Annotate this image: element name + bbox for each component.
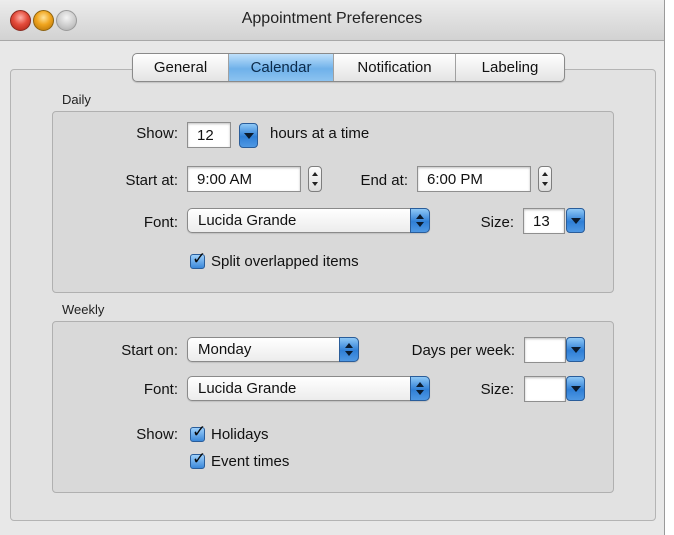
weekly-group-label: Weekly xyxy=(62,302,105,317)
daily-font-value: Lucida Grande xyxy=(198,212,297,229)
popup-arrows-icon xyxy=(339,337,359,362)
daily-group-label: Daily xyxy=(62,92,91,107)
start-time-field[interactable]: 9:00 AM xyxy=(187,166,301,192)
hours-at-a-time-label: hours at a time xyxy=(270,125,370,142)
tab-labeling[interactable]: Labeling xyxy=(455,54,564,81)
end-at-label: End at: xyxy=(360,172,408,189)
days-per-week-dropdown-icon[interactable] xyxy=(566,337,585,362)
event-times-label: Event times xyxy=(211,453,290,470)
show-hours-dropdown-icon[interactable] xyxy=(239,123,258,148)
start-on-label: Start on: xyxy=(121,342,178,359)
show-hours-combo-field[interactable]: 12 xyxy=(187,122,231,148)
popup-arrows-icon xyxy=(410,376,430,401)
start-at-label: Start at: xyxy=(125,172,178,189)
start-on-popup[interactable]: Monday xyxy=(187,337,359,362)
event-times-checkbox[interactable]: ✓ xyxy=(190,449,206,469)
daily-size-combo-field[interactable]: 13 xyxy=(523,208,565,234)
tab-bar: General Calendar Notification Labeling xyxy=(132,53,565,82)
tab-general[interactable]: General xyxy=(133,54,228,81)
daily-size-dropdown-icon[interactable] xyxy=(566,208,585,233)
start-time-stepper-icon[interactable] xyxy=(308,166,322,192)
popup-arrows-icon xyxy=(410,208,430,233)
daily-font-popup[interactable]: Lucida Grande xyxy=(187,208,430,233)
daily-size-label: Size: xyxy=(480,214,514,231)
days-per-week-label: Days per week: xyxy=(411,342,515,359)
weekly-size-label: Size: xyxy=(480,381,514,398)
holidays-checkbox[interactable]: ✓ xyxy=(190,422,206,442)
tab-notification[interactable]: Notification xyxy=(333,54,455,81)
days-per-week-combo-field[interactable] xyxy=(524,337,566,363)
weekly-size-dropdown-icon[interactable] xyxy=(566,376,585,401)
end-time-stepper-icon[interactable] xyxy=(538,166,552,192)
weekly-size-combo-field[interactable] xyxy=(524,376,566,402)
split-overlapped-checkbox[interactable]: ✓ xyxy=(190,249,206,269)
weekly-font-label: Font: xyxy=(143,381,178,398)
weekly-font-value: Lucida Grande xyxy=(198,380,297,397)
start-on-value: Monday xyxy=(198,341,252,358)
checkmark-icon: ✓ xyxy=(192,249,207,269)
window-title: Appointment Preferences xyxy=(241,10,423,27)
checkmark-icon: ✓ xyxy=(192,449,207,469)
tab-calendar[interactable]: Calendar xyxy=(228,54,333,81)
holidays-label: Holidays xyxy=(211,426,269,443)
show-hours-label: Show: xyxy=(136,125,178,142)
weekly-font-popup[interactable]: Lucida Grande xyxy=(187,376,430,401)
checkmark-icon: ✓ xyxy=(192,422,207,442)
daily-font-label: Font: xyxy=(143,214,178,231)
preferences-window: Appointment Preferences General Calendar… xyxy=(0,0,665,535)
split-overlapped-label: Split overlapped items xyxy=(211,253,359,270)
end-time-field[interactable]: 6:00 PM xyxy=(417,166,531,192)
weekly-show-label: Show: xyxy=(136,426,178,443)
title-bar[interactable]: Appointment Preferences xyxy=(0,0,664,41)
